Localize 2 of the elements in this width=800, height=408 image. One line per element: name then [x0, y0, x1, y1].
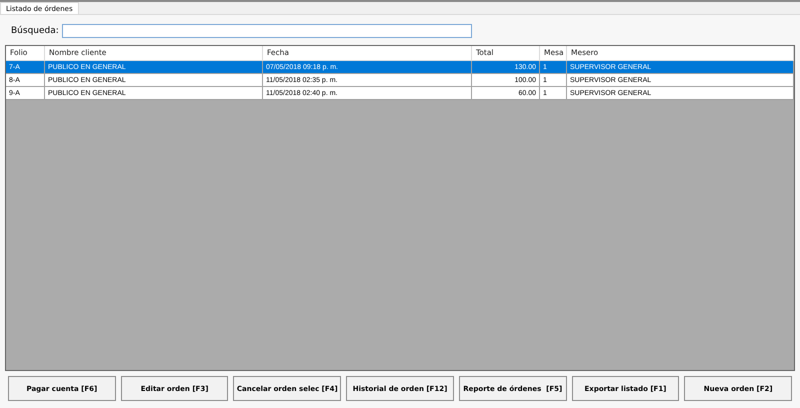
search-label: Búsqueda:: [11, 26, 59, 36]
search-field[interactable]: [62, 24, 472, 38]
